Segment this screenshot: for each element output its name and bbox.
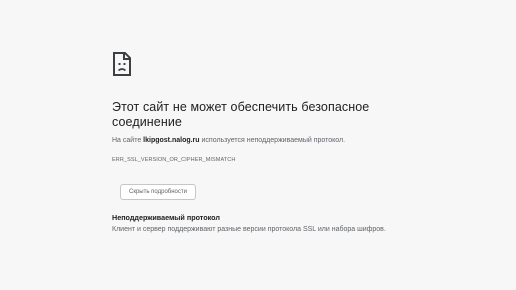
details-title: Неподдерживаемый протокол — [112, 213, 220, 222]
error-code: ERR_SSL_VERSION_OR_CIPHER_MISMATCH — [112, 157, 236, 163]
error-summary: На сайте lkipgost.nalog.ru используется … — [112, 136, 402, 146]
summary-suffix: используется неподдерживаемый протокол. — [199, 137, 346, 144]
summary-prefix: На сайте — [112, 137, 144, 144]
error-content: Этот сайт не может обеспечить безопасное… — [112, 52, 402, 164]
error-details: Неподдерживаемый протокол Клиент и серве… — [112, 213, 412, 235]
error-page: Этот сайт не может обеспечить безопасное… — [0, 0, 516, 290]
error-heading: Этот сайт не может обеспечить безопасное… — [112, 100, 370, 129]
host-name: lkipgost.nalog.ru — [143, 137, 200, 144]
details-text: Клиент и сервер поддерживают разные верс… — [112, 226, 386, 233]
sad-page-icon — [113, 52, 131, 76]
hide-details-button[interactable]: Скрыть подробности — [120, 184, 196, 200]
